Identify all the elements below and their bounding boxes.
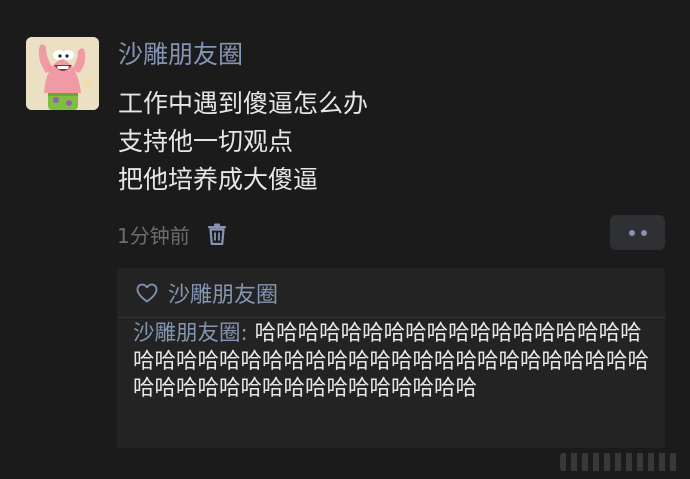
heart-outline-icon [135,281,159,305]
moments-post: 沙雕朋友圈 工作中遇到傻逼怎么办 支持他一切观点 把他培养成大傻逼 1分钟前 沙… [0,0,690,479]
comment-separator: : [240,321,255,346]
post-meta: 1分钟前 [117,218,230,250]
avatar[interactable] [26,37,99,110]
watermark [560,453,680,471]
avatar-image [26,37,99,110]
likes-row: 沙雕朋友圈 [135,278,278,308]
post-line: 支持他一切观点 [118,127,294,156]
post-line: 把他培养成大傻逼 [118,165,319,194]
likes-comments-panel: 沙雕朋友圈 沙雕朋友圈: 哈哈哈哈哈哈哈哈哈哈哈哈哈哈哈哈哈哈哈哈哈哈哈哈哈哈哈… [117,268,665,448]
more-dots-icon [628,229,635,236]
post-author-name[interactable]: 沙雕朋友圈 [118,38,243,72]
more-dots-icon [640,229,647,236]
post-content: 工作中遇到傻逼怎么办 支持他一切观点 把他培养成大傻逼 [118,85,368,199]
more-actions-button[interactable] [610,215,665,250]
comment: 沙雕朋友圈: 哈哈哈哈哈哈哈哈哈哈哈哈哈哈哈哈哈哈哈哈哈哈哈哈哈哈哈哈哈哈哈哈哈… [133,320,659,403]
liker-name[interactable]: 沙雕朋友圈 [168,277,278,309]
divider [117,317,665,318]
post-line: 工作中遇到傻逼怎么办 [118,89,369,118]
post-timestamp: 1分钟前 [117,223,190,248]
comment-author[interactable]: 沙雕朋友圈 [133,321,241,346]
trash-icon[interactable] [204,221,230,247]
